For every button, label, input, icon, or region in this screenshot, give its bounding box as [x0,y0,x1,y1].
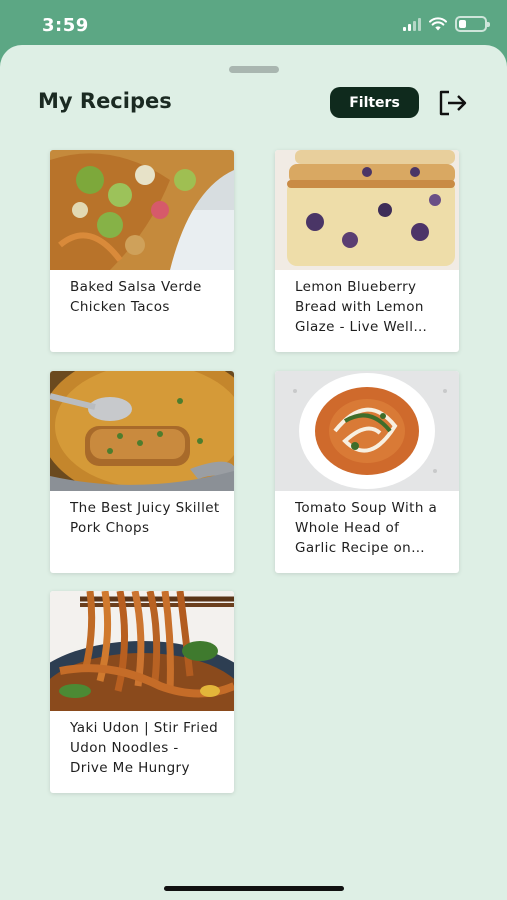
status-time: 3:59 [42,15,89,36]
sheet-grabber[interactable] [229,66,279,73]
recipe-image-tacos [50,150,234,270]
page-title: My Recipes [38,89,172,113]
recipe-title: Lemon Blueberry Bread with Lemon Glaze -… [295,279,424,335]
logout-icon [439,90,467,116]
recipe-card[interactable]: Lemon Blueberry Bread with Lemon Glaze -… [275,150,459,352]
recipe-card[interactable]: Tomato Soup With a Whole Head of Garlic … [275,371,459,573]
logout-button[interactable] [436,88,470,118]
wifi-icon [429,17,447,31]
recipes-sheet: My Recipes Filters Baked Salsa Verde Chi… [0,45,507,900]
recipe-image-yaki-udon [50,591,234,711]
status-icons [403,16,490,32]
status-bar: 3:59 [0,0,507,48]
recipe-title: Yaki Udon | Stir Fried Udon Noodles - Dr… [70,720,219,776]
filters-button[interactable]: Filters [330,87,419,118]
cellular-signal-icon [403,17,421,31]
recipe-card[interactable]: Baked Salsa Verde Chicken Tacos [50,150,234,352]
recipe-image-tomato-soup [275,371,459,491]
recipe-title: The Best Juicy Skillet Pork Chops [70,500,220,536]
recipe-title: Baked Salsa Verde Chicken Tacos [70,279,202,315]
recipe-image-blueberry-bread [275,150,459,270]
recipe-image-pork-chops [50,371,234,491]
recipe-card[interactable]: Yaki Udon | Stir Fried Udon Noodles - Dr… [50,591,234,793]
recipe-card[interactable]: The Best Juicy Skillet Pork Chops [50,371,234,573]
home-indicator[interactable] [164,886,344,891]
battery-level [459,20,467,28]
recipe-title: Tomato Soup With a Whole Head of Garlic … [295,500,438,556]
battery-icon [455,16,490,32]
